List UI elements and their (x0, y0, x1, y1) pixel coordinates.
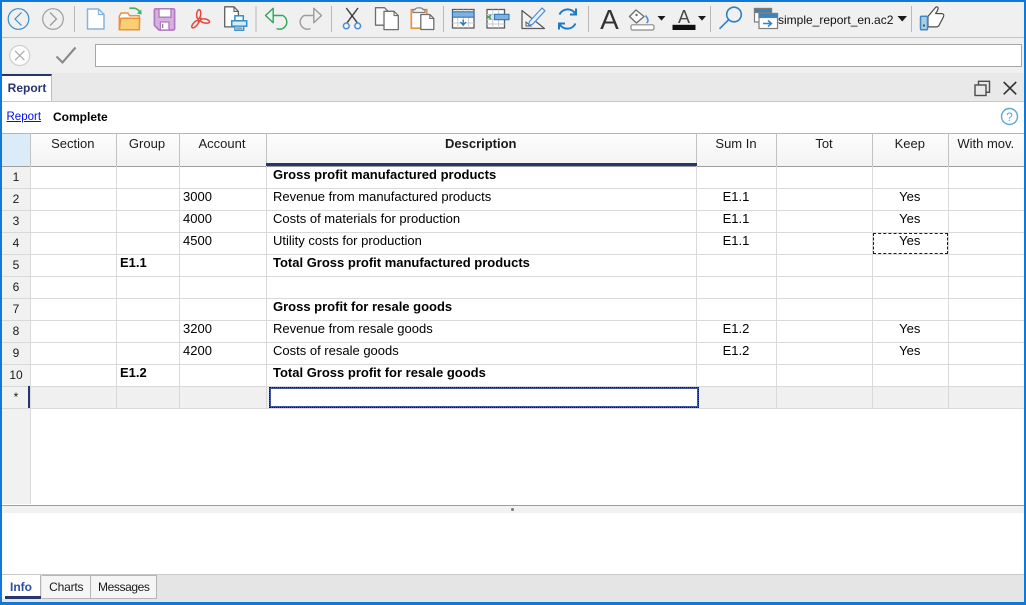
svg-text:A: A (600, 4, 619, 35)
svg-text:?: ? (1006, 110, 1013, 124)
svg-text:A: A (678, 7, 690, 27)
